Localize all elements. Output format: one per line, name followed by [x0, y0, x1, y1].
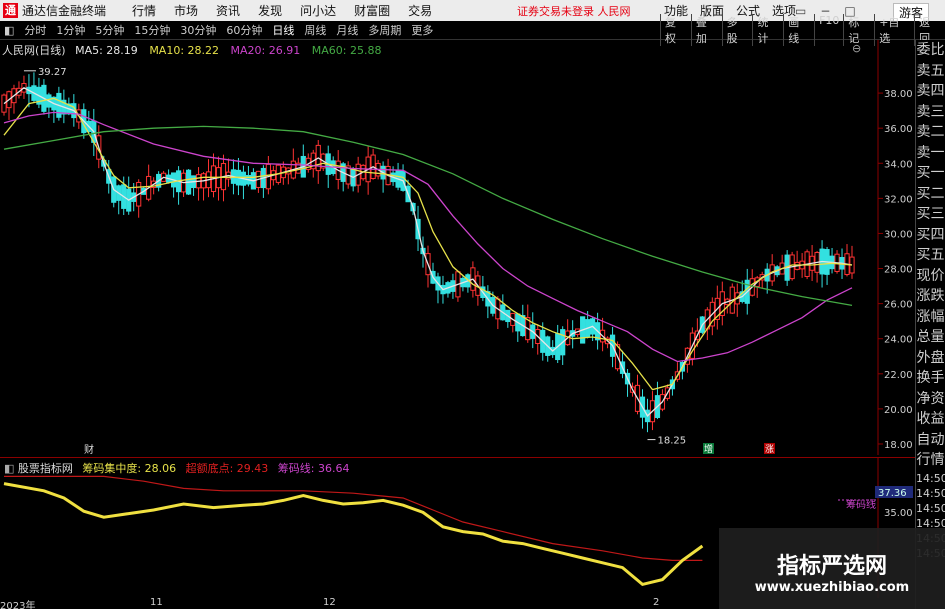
quote-row: 现价 [916, 267, 945, 284]
ma20-label: MA20: 26.91 [230, 44, 301, 57]
app-logo-icon: 通 [3, 3, 18, 18]
indicator-excess-bottom: 超额底点: 29.43 [185, 462, 269, 475]
period-multi[interactable]: 多周期 [368, 22, 401, 38]
period-15min[interactable]: 15分钟 [134, 22, 170, 38]
price-tick-label: 32.00 [884, 194, 913, 205]
x-axis-label: 12 [323, 597, 336, 608]
quote-row: 委比 [916, 42, 945, 58]
quote-row: 行情 [916, 452, 945, 468]
stock-title: 人民网(日线) [2, 44, 66, 57]
indicator-tick-label: 35.00 [884, 508, 913, 519]
quote-row: 14:50 [916, 471, 945, 485]
quote-row: 卖一 [916, 144, 945, 161]
ma10-label: MA10: 28.22 [149, 44, 220, 57]
kline-svg: 38.00 36.00 34.00 32.00 30.00 28.00 26.00 24.00… [1, 40, 913, 455]
menu-item-zixun[interactable]: 资讯 [216, 2, 240, 19]
app-name: 通达信金融终端 [22, 4, 107, 18]
quote-row: 卖二 [916, 124, 945, 140]
toolbar-toggle-icon[interactable]: ◧ [4, 24, 14, 37]
indicator-chip-line: 筹码线: 36.64 [277, 462, 350, 475]
ma5-label: MA5: 28.19 [75, 44, 138, 57]
period-1min[interactable]: 1分钟 [56, 22, 85, 38]
period-60min[interactable]: 60分钟 [226, 22, 262, 38]
period-fenshi[interactable]: 分时 [24, 22, 46, 38]
quote-row: 买三 [916, 206, 945, 222]
x-axis-label: 2023年 [0, 601, 36, 609]
low-price-label: 18.25 [657, 436, 686, 447]
quote-row: 买五 [916, 247, 945, 263]
watermark-title: 指标严选网 [776, 554, 887, 579]
quote-panel: 委比卖五卖四卖三卖二卖一买一买二买三买四买五现价涨跌涨幅总量外盘换手净资收益自动… [915, 40, 945, 609]
rise-marker-label: 涨 [765, 444, 774, 455]
period-5min[interactable]: 5分钟 [95, 22, 124, 38]
quote-row: 卖三 [916, 103, 945, 120]
price-tick-label: 36.00 [884, 124, 913, 135]
quote-row: 自动 [916, 431, 945, 448]
indicator-icon: ◧ [4, 462, 18, 475]
indicator-name: 股票指标网 [17, 462, 73, 475]
quote-row: 涨跌 [916, 288, 945, 304]
ma10-line [3, 97, 853, 391]
period-weekly[interactable]: 周线 [304, 22, 326, 38]
indicator-concentration: 筹码集中度: 28.06 [82, 462, 177, 475]
ma60-label: MA60: 25.88 [311, 44, 382, 57]
quote-row: 14:50 [916, 501, 945, 515]
period-toolbar: ◧ 分时 1分钟 5分钟 15分钟 30分钟 60分钟 日线 周线 月线 多周期… [0, 14, 945, 46]
finance-marker: 财 [84, 443, 94, 455]
quote-row: 买四 [916, 226, 945, 243]
quote-row: 14:50 [916, 486, 945, 500]
price-tick-label: 30.00 [884, 229, 913, 240]
period-monthly[interactable]: 月线 [336, 22, 358, 38]
quote-row: 净资 [916, 390, 945, 407]
excess-bottom-line [4, 475, 703, 561]
quote-row: 外盘 [916, 349, 945, 366]
quote-row: 买一 [916, 165, 945, 181]
quote-row: 买二 [916, 185, 945, 202]
period-daily[interactable]: 日线 [272, 22, 294, 38]
login-notice[interactable]: 证券交易未登录 人民网 [517, 3, 631, 19]
menu-item-jiaoyi[interactable]: 交易 [408, 2, 432, 19]
period-more[interactable]: 更多 [411, 22, 433, 38]
quote-row: 卖五 [916, 62, 945, 79]
menu-item-hangqing[interactable]: 行情 [132, 2, 156, 19]
ma-legend: 人民网(日线) MA5: 28.19 MA10: 28.22 MA20: 26.… [2, 42, 381, 58]
kline-chart[interactable]: 38.00 36.00 34.00 32.00 30.00 28.00 26.00 24.00… [0, 40, 915, 455]
watermark: 指标严选网 www.xuezhibiao.com [719, 528, 945, 609]
indicator-legend: ◧ 股票指标网 筹码集中度: 28.06 超额底点: 29.43 筹码线: 36… [4, 460, 350, 476]
ma20-line [3, 111, 853, 363]
price-tick-label: 24.00 [884, 335, 913, 346]
price-tick-label: 20.00 [884, 405, 913, 416]
menu-item-shichang[interactable]: 市场 [174, 2, 198, 19]
period-30min[interactable]: 30分钟 [180, 22, 216, 38]
quote-row: 总量 [916, 329, 945, 345]
price-tick-label: 26.00 [884, 300, 913, 311]
price-tick-label: 18.00 [884, 440, 913, 451]
x-axis-label: 2 [653, 597, 660, 608]
green-marker-label: 增 [704, 443, 713, 455]
quote-row: 涨幅 [916, 308, 945, 325]
menu-item-wenxiaoda[interactable]: 问小达 [300, 2, 336, 19]
menu-item-caifuquan[interactable]: 财富圈 [354, 2, 390, 19]
chart-close-icon[interactable]: ⊖ [852, 42, 861, 55]
menu-item-faxian[interactable]: 发现 [258, 2, 282, 19]
quote-row: 收益 [916, 411, 945, 427]
high-price-label: 39.27 [38, 67, 67, 78]
chip-last-value: 37.36 [878, 488, 907, 499]
quote-row: 换手 [916, 370, 945, 386]
x-axis-label: 11 [150, 597, 163, 608]
price-tick-label: 34.00 [884, 159, 913, 170]
price-tick-label: 38.00 [884, 89, 913, 100]
watermark-url: www.xuezhibiao.com [754, 580, 910, 595]
price-tick-label: 28.00 [884, 265, 913, 276]
price-tick-label: 22.00 [884, 370, 913, 381]
concentration-line [3, 482, 704, 587]
quote-row: 卖四 [916, 83, 945, 99]
candle-body [1, 94, 7, 113]
